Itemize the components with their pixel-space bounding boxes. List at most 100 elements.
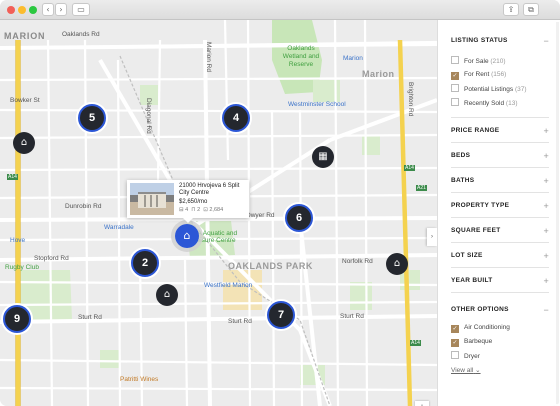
section-title: SQUARE FEET [451,227,501,234]
zoom-control: + − [415,401,429,406]
forward-button[interactable]: › [55,3,67,16]
section-price-range[interactable]: PRICE RANGE + [451,124,549,138]
maximize-window-button[interactable] [29,6,37,14]
recently-sold-checkbox[interactable] [451,98,459,106]
expand-plus-icon[interactable]: + [543,224,549,238]
property-marker-home-icon-2[interactable]: ⌂ [386,253,408,275]
filter-option-recently-sold[interactable]: Recently Sold (13) [451,98,517,110]
property-address[interactable]: 21000 Hrvojeva 6 Split City Centre [179,183,249,197]
for-sale-label: For Sale [464,58,489,65]
section-title: PROPERTY TYPE [451,202,510,209]
beds-count: 4 [185,207,189,213]
sidebar-scrollbar[interactable] [556,22,559,404]
divider [451,217,549,218]
park-label-wetland: Oaklands Wetland and Reserve [282,45,320,68]
property-marker-home-icon-3[interactable]: ⌂ [156,284,178,306]
route-shield-a14: A14 [7,174,18,180]
recently-sold-label: Recently Sold [464,100,505,107]
expand-plus-icon[interactable]: + [543,149,549,163]
cluster-marker-4[interactable]: 4 [222,104,250,132]
section-beds[interactable]: BEDS + [451,149,549,163]
tabs-overview-icon[interactable]: ⧉ [523,3,539,16]
window-titlebar: ‹ › ▭ ⇪ ⧉ [0,0,560,20]
air-conditioning-checkbox-checked-icon[interactable]: ✓ [451,325,459,333]
street-label-brighton-rd: Brighton Rd [407,82,414,117]
back-button[interactable]: ‹ [42,3,54,16]
section-title: PRICE RANGE [451,127,500,134]
section-baths[interactable]: BATHS + [451,174,549,188]
expand-plus-icon[interactable]: + [543,174,549,188]
minimize-window-button[interactable] [18,6,26,14]
for-rent-checkbox-checked-icon[interactable]: ✓ [451,72,459,80]
street-label-norfolk: Norfolk Rd [342,258,373,265]
divider [451,142,549,143]
filter-option-for-sale[interactable]: For Sale (210) [451,56,506,68]
barbeque-checkbox-checked-icon[interactable]: ✓ [451,339,459,347]
property-thumbnail[interactable] [130,183,174,215]
section-property-type[interactable]: PROPERTY TYPE + [451,199,549,213]
street-label-bowker: Bowker St [10,97,40,104]
section-square-feet[interactable]: SQUARE FEET + [451,224,549,238]
cluster-marker-5[interactable]: 5 [78,104,106,132]
route-shield-a21: A21 [416,185,427,191]
property-popup[interactable]: 21000 Hrvojeva 6 Split City Centre $2,65… [127,180,249,223]
filter-option-potential-listings[interactable]: Potential Listings (37) [451,84,527,96]
suburb-label-oaklands-park: OAKLANDS PARK [228,261,313,271]
active-property-home-icon[interactable]: ⌂ [175,224,199,248]
cluster-marker-2[interactable]: 2 [131,249,159,277]
filter-option-dryer[interactable]: Dryer [451,351,480,363]
street-label-sturt-2: Sturt Rd [228,318,252,325]
station-label-marion: Marion [343,55,363,62]
expand-plus-icon[interactable]: + [543,249,549,263]
expand-plus-icon[interactable]: + [543,274,549,288]
section-lot-size[interactable]: LOT SIZE + [451,249,549,263]
other-options-collapse-icon[interactable]: − [543,303,549,317]
collapse-sidebar-chevron-icon[interactable]: › [427,228,437,246]
cluster-marker-7[interactable]: 7 [267,301,295,329]
street-label-stopford: Stopford Rd [34,255,69,262]
divider [451,292,549,293]
recently-sold-count: (13) [505,100,518,107]
divider [451,242,549,243]
close-window-button[interactable] [7,6,15,14]
section-title: YEAR BUILT [451,277,493,284]
area-icon: ⊡ [203,207,208,213]
expand-plus-icon[interactable]: + [543,199,549,213]
mall-label-westfield-marion: Westfield Marion [204,282,253,289]
divider [451,192,549,193]
share-icon[interactable]: ⇪ [503,3,519,16]
property-price: $2,650/mo [179,199,208,205]
section-year-built[interactable]: YEAR BUILT + [451,274,549,288]
filter-option-air-conditioning[interactable]: ✓ Air Conditioning [451,323,510,335]
winery-label-patritti: Patritti Wines [120,376,159,383]
popup-pointer [183,218,193,223]
dryer-checkbox[interactable] [451,351,459,359]
other-options-title: OTHER OPTIONS [451,306,509,313]
suburb-label-marion: MARION [4,31,46,41]
browser-window: ‹ › ▭ ⇪ ⧉ MARION Oaklands Rd Oaklands We… [0,0,560,406]
map-view[interactable]: MARION Oaklands Rd Oaklands Wetland and … [0,20,437,406]
filter-option-for-rent[interactable]: ✓ For Rent (156) [451,70,506,82]
potential-listings-checkbox[interactable] [451,84,459,92]
zoom-in-button[interactable]: + [415,401,429,406]
for-sale-checkbox[interactable] [451,56,459,64]
expand-plus-icon[interactable]: + [543,124,549,138]
park-label-rugby-club: Rugby Club [5,264,39,271]
cluster-marker-6[interactable]: 6 [285,204,313,232]
section-title: BEDS [451,152,471,159]
cluster-marker-9[interactable]: 9 [3,305,31,333]
chevron-down-icon: ⌄ [475,367,481,374]
property-marker-home-icon[interactable]: ⌂ [13,132,35,154]
listing-status-collapse-icon[interactable]: − [543,34,549,48]
property-marker-building-icon[interactable]: ▦ [312,146,334,168]
listing-status-header[interactable]: LISTING STATUS − [451,34,549,48]
view-all-link[interactable]: View all ⌄ [451,366,481,374]
filter-option-barbeque[interactable]: ✓ Barbeque [451,337,492,349]
other-options-header[interactable]: OTHER OPTIONS − [451,303,549,317]
street-label-diagonal: Diagonal Rd [145,98,152,134]
listing-status-title: LISTING STATUS [451,37,508,44]
sqft-value: 2,684 [209,207,224,213]
bath-icon: ⊓ [191,207,196,213]
sidebar-toggle-icon[interactable]: ▭ [72,3,90,16]
route-shield-a14-b: A14 [404,165,415,171]
